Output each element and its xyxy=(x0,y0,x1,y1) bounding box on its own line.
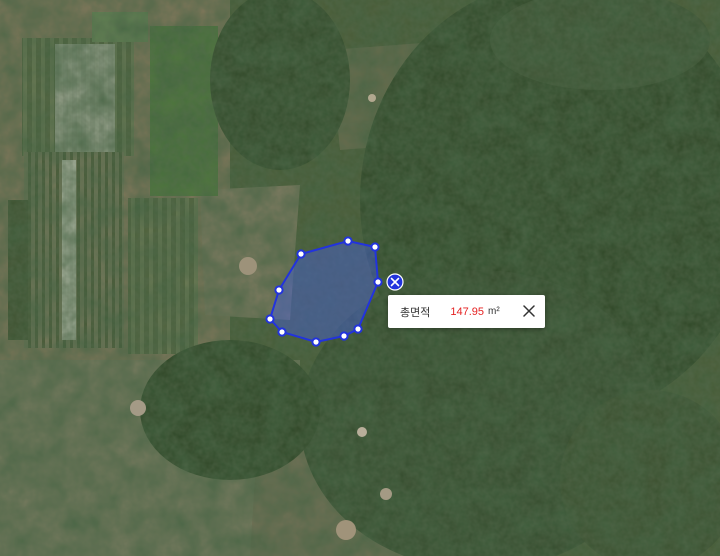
vertex-handle[interactable] xyxy=(277,327,287,337)
vertex-handle[interactable] xyxy=(343,236,353,246)
vertex-handle[interactable] xyxy=(373,277,383,287)
mound xyxy=(368,94,376,102)
mound xyxy=(239,257,257,275)
vertex-handle[interactable] xyxy=(274,285,284,295)
vertex-handle[interactable] xyxy=(265,314,275,324)
vertex-handle[interactable] xyxy=(311,337,321,347)
vertex-handle[interactable] xyxy=(296,249,306,259)
mound xyxy=(357,427,367,437)
area-result-popup: 총면적 147.95 m² xyxy=(388,295,545,328)
mound xyxy=(380,488,392,500)
total-area-value: 147.95 xyxy=(450,305,485,318)
mound xyxy=(336,520,356,540)
area-unit: m² xyxy=(488,306,500,317)
close-icon[interactable] xyxy=(519,301,539,321)
vertex-handle[interactable] xyxy=(353,324,363,334)
total-area-label: 총면적 xyxy=(400,306,431,319)
x-circle-icon[interactable] xyxy=(386,273,404,291)
satellite-map[interactable] xyxy=(0,0,720,556)
mound xyxy=(130,400,146,416)
vertex-handle[interactable] xyxy=(339,331,349,341)
vertex-handle[interactable] xyxy=(370,242,380,252)
